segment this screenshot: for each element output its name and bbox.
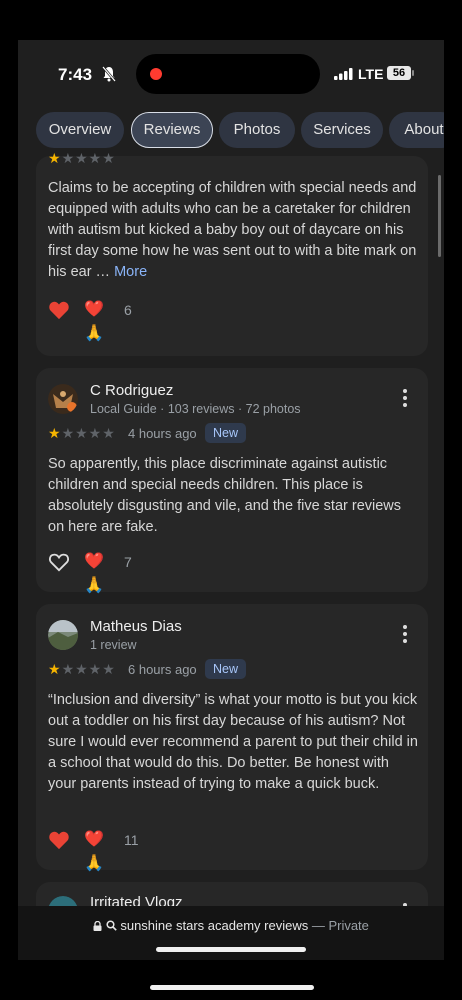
status-time: 7:43 [58,65,93,84]
search-icon [106,920,117,931]
browser-bar[interactable]: sunshine stars academy reviews — Private [18,906,444,960]
reaction-count: 11 [124,832,139,848]
reviewer-name[interactable]: C Rodriguez [90,382,173,399]
new-badge: New [205,423,247,443]
reviewer-avatar[interactable] [48,384,78,414]
review-text: Claims to be accepting of children with … [48,180,417,280]
reaction-icons: ❤️🙏 [84,553,104,594]
search-query: sunshine stars academy reviews [120,918,309,933]
outer-home-indicator [150,985,314,990]
new-badge: New [205,659,247,679]
battery-cap [412,70,414,76]
status-bar: 7:43 LTE 56 [18,40,444,110]
like-heart-icon[interactable] [48,830,70,850]
cellular-signal-icon [334,68,353,80]
like-heart-icon[interactable] [48,552,70,572]
rating-stars: ★★★★★ [48,661,116,677]
tab-about[interactable]: About [389,112,444,148]
more-options-icon[interactable] [402,388,408,408]
recording-indicator-icon [150,68,162,80]
reaction-icons: ❤️🙏 [84,831,104,872]
tab-services[interactable]: Services [301,112,383,148]
tab-reviews[interactable]: Reviews [131,112,213,148]
review-card: ★★★★★ Claims to be accepting of children… [36,150,428,356]
like-heart-icon[interactable] [48,300,70,320]
reaction-icons: ❤️🙏 [84,301,104,342]
reviewer-avatar[interactable] [48,620,78,650]
rating-stars: ★★★★★ [48,425,116,441]
rating-stars: ★★★★★ [48,150,116,166]
review-text: “Inclusion and diversity” is what your m… [48,692,418,792]
review-card: Matheus Dias 1 review ★★★★★ 6 hours ago … [36,604,428,872]
review-time: 4 hours ago [128,426,197,441]
more-link[interactable]: More [114,264,147,280]
reviewer-name[interactable]: Matheus Dias [90,618,182,635]
more-options-icon[interactable] [402,624,408,644]
home-indicator[interactable] [156,947,306,952]
tab-overview[interactable]: Overview [36,112,124,148]
review-time: 6 hours ago [128,662,197,677]
reviewer-meta: Local Guide · 103 reviews · 72 photos [90,402,301,416]
silent-bell-icon [102,66,116,82]
dynamic-island [136,54,320,94]
reaction-count: 6 [124,302,132,318]
battery-icon: 56 [387,66,411,80]
review-text: So apparently, this place discriminate a… [48,456,402,535]
reviewer-meta: 1 review [90,638,137,652]
lock-icon [93,920,102,931]
reaction-count: 7 [124,554,132,570]
place-tabs: Overview Reviews Photos Services About [18,112,444,148]
phone-screen: 7:43 LTE 56 Overview Reviews Photos Serv… [18,40,444,960]
tab-photos[interactable]: Photos [219,112,295,148]
private-label: — Private [311,918,369,933]
network-type: LTE [358,66,384,82]
review-card: C Rodriguez Local Guide · 103 reviews · … [36,368,428,594]
scrollbar[interactable] [438,175,441,257]
address-bar[interactable]: sunshine stars academy reviews — Private [18,918,444,933]
